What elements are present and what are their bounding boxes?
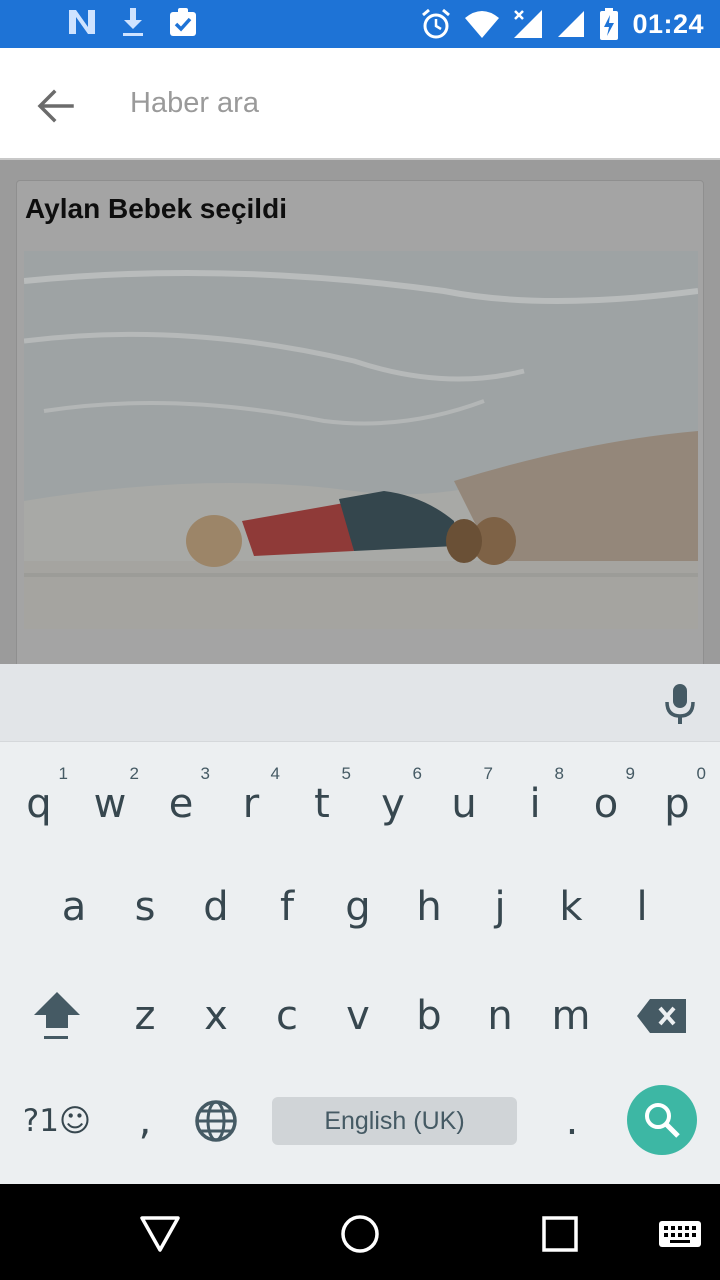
recents-square-icon[interactable] bbox=[538, 1212, 582, 1256]
status-bar: 01:24 bbox=[0, 0, 720, 48]
clipboard-check-icon bbox=[170, 8, 196, 36]
key-r[interactable]: 4r bbox=[216, 754, 286, 844]
key-n[interactable]: n bbox=[465, 971, 535, 1061]
globe-icon bbox=[195, 1100, 237, 1142]
key-o[interactable]: 9o bbox=[571, 754, 641, 844]
key-hint-7: 7 bbox=[483, 764, 493, 783]
keyboard-switch-icon[interactable] bbox=[656, 1212, 704, 1256]
shift-arrow-icon bbox=[34, 992, 80, 1039]
back-arrow-icon[interactable] bbox=[30, 81, 80, 131]
key-hint-9: 9 bbox=[625, 764, 635, 783]
space-key-label: English (UK) bbox=[324, 1106, 465, 1135]
key-label-i: i bbox=[529, 781, 541, 827]
key-z[interactable]: z bbox=[110, 971, 180, 1061]
symbols-key-label: ?1☺ bbox=[22, 1103, 92, 1139]
news-list: Aylan Bebek seçildi bbox=[0, 158, 720, 664]
key-hint-3: 3 bbox=[200, 764, 210, 783]
key-e[interactable]: 3e bbox=[146, 754, 216, 844]
download-icon bbox=[123, 8, 143, 36]
key-w[interactable]: 2w bbox=[75, 754, 145, 844]
soft-keyboard: 1q2w3e4r5t6y7u8i9o0p asdfghjkl zxcvbnm ?… bbox=[0, 664, 720, 1184]
key-label-y: y bbox=[381, 781, 405, 827]
news-card-image bbox=[24, 251, 698, 629]
key-l[interactable]: l bbox=[607, 862, 677, 952]
key-h[interactable]: h bbox=[394, 862, 464, 952]
key-hint-0: 0 bbox=[696, 764, 706, 783]
period-key-label: . bbox=[565, 1098, 579, 1144]
keyboard-search-button[interactable] bbox=[627, 1085, 697, 1155]
key-hint-2: 2 bbox=[129, 764, 139, 783]
shift-key[interactable] bbox=[22, 971, 92, 1061]
key-y[interactable]: 6y bbox=[358, 754, 428, 844]
language-key[interactable] bbox=[181, 1076, 251, 1166]
backspace-key[interactable] bbox=[627, 971, 697, 1061]
status-time: 01:24 bbox=[632, 8, 704, 39]
comma-key-label: , bbox=[138, 1098, 152, 1144]
home-circle-icon[interactable] bbox=[338, 1212, 382, 1256]
search-icon bbox=[645, 1103, 680, 1138]
search-input[interactable] bbox=[130, 78, 690, 128]
key-label-w: w bbox=[93, 781, 127, 827]
key-hint-5: 5 bbox=[341, 764, 351, 783]
key-g[interactable]: g bbox=[323, 862, 393, 952]
key-label-t: t bbox=[314, 781, 330, 827]
key-k[interactable]: k bbox=[536, 862, 606, 952]
key-s[interactable]: s bbox=[110, 862, 180, 952]
key-u[interactable]: 7u bbox=[429, 754, 499, 844]
news-card-title: Aylan Bebek seçildi bbox=[25, 193, 287, 224]
n-notification-icon bbox=[69, 10, 95, 34]
wifi-icon bbox=[465, 11, 500, 38]
key-f[interactable]: f bbox=[252, 862, 322, 952]
key-label-p: p bbox=[664, 781, 690, 827]
key-label-r: r bbox=[242, 781, 260, 827]
key-j[interactable]: j bbox=[465, 862, 535, 952]
search-toolbar bbox=[0, 48, 720, 158]
comma-key[interactable]: , bbox=[110, 1076, 180, 1166]
keyboard-suggestion-strip bbox=[0, 664, 720, 742]
back-triangle-icon[interactable] bbox=[138, 1212, 182, 1256]
key-d[interactable]: d bbox=[181, 862, 251, 952]
key-label-e: e bbox=[168, 781, 194, 827]
key-hint-1: 1 bbox=[58, 764, 68, 783]
key-label-q: q bbox=[26, 781, 52, 827]
key-hint-6: 6 bbox=[412, 764, 422, 783]
signal-no-data-icon bbox=[514, 10, 543, 38]
key-label-o: o bbox=[593, 781, 619, 827]
key-q[interactable]: 1q bbox=[4, 754, 74, 844]
key-label-u: u bbox=[451, 781, 477, 827]
period-key[interactable]: . bbox=[537, 1076, 607, 1166]
microphone-icon[interactable] bbox=[664, 682, 696, 726]
signal-icon bbox=[558, 11, 585, 37]
key-p[interactable]: 0p bbox=[642, 754, 712, 844]
key-t[interactable]: 5t bbox=[287, 754, 357, 844]
key-hint-4: 4 bbox=[270, 764, 280, 783]
key-x[interactable]: x bbox=[181, 971, 251, 1061]
key-b[interactable]: b bbox=[394, 971, 464, 1061]
battery-charging-icon bbox=[600, 8, 619, 40]
news-card[interactable]: Aylan Bebek seçildi bbox=[16, 180, 704, 664]
key-m[interactable]: m bbox=[536, 971, 606, 1061]
key-hint-8: 8 bbox=[554, 764, 564, 783]
alarm-icon bbox=[422, 8, 451, 39]
symbols-key[interactable]: ?1☺ bbox=[18, 1076, 96, 1166]
key-v[interactable]: v bbox=[323, 971, 393, 1061]
key-c[interactable]: c bbox=[252, 971, 322, 1061]
backspace-icon bbox=[637, 999, 686, 1033]
navigation-bar bbox=[0, 1184, 720, 1280]
key-i[interactable]: 8i bbox=[500, 754, 570, 844]
space-key[interactable]: English (UK) bbox=[272, 1097, 517, 1145]
key-a[interactable]: a bbox=[39, 862, 109, 952]
